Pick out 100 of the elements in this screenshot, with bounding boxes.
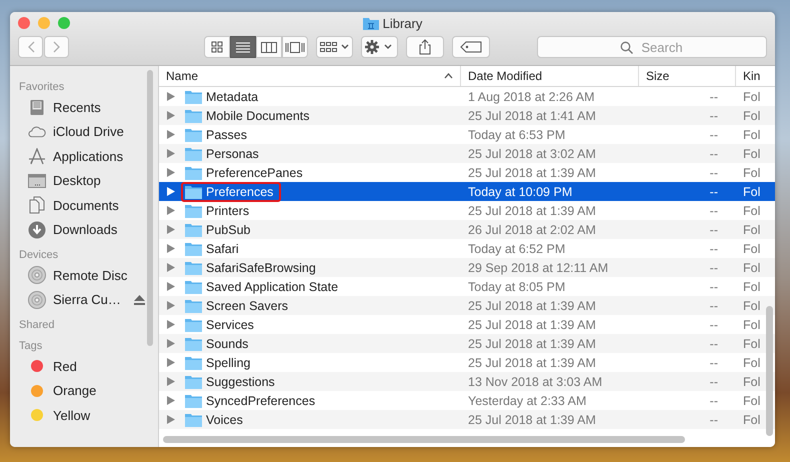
disclosure-triangle-icon[interactable] [167,225,175,234]
kind-cell-text: Fol [742,336,762,350]
folder-icon [362,17,379,30]
sidebar-item[interactable]: Yellow [10,403,155,428]
sidebar-item[interactable]: Sierra Cu… [10,288,155,312]
scrollbar-thumb[interactable] [147,70,153,346]
folder-icon [185,412,202,426]
disc-icon [28,266,46,284]
disclosure-triangle-icon[interactable] [167,358,175,367]
kind-cell-text: Fol [742,128,762,142]
sidebar-item[interactable]: Recents [10,95,155,120]
section-heading: Tags [18,339,44,354]
disclosure-triangle-icon[interactable] [167,244,175,253]
disclosure-triangle-icon[interactable] [167,111,175,120]
size-cell-text: -- [708,128,719,142]
gear-dropdown-icon [364,40,394,54]
sidebar-item[interactable]: iCloud Drive [10,120,155,144]
gallery-view-button[interactable] [282,36,308,58]
table-row[interactable]: Preferences Today at 10:09 PM -- Fol [159,182,775,201]
compass-icon [28,148,46,165]
disclosure-triangle-icon[interactable] [167,396,175,405]
disclosure-triangle-icon[interactable] [167,130,175,139]
kind-cell-text: Fol [742,412,762,426]
back-button[interactable] [18,36,43,58]
size-cell-text: -- [708,280,719,294]
horizontal-scrollbar-thumb[interactable] [163,436,685,443]
arrange-button[interactable] [316,36,353,58]
size-cell-text: -- [708,298,719,312]
size-cell-text: -- [708,222,719,236]
kind-cell-text: Fol [742,222,762,236]
zoom-button[interactable] [58,17,70,29]
grid-icon [211,41,223,53]
folder-icon [185,222,202,236]
date-cell-text: 25 Jul 2018 at 1:39 AM [467,356,597,370]
table-row[interactable]: Suggestions 13 Nov 2018 at 3:03 AM -- Fol [159,372,775,391]
sidebar-item[interactable]: Orange [10,378,155,403]
sidebar-item[interactable]: Red [10,354,155,378]
disclosure-triangle-icon[interactable] [167,339,175,348]
file-name: Screen Savers [206,298,288,312]
date-cell-text: 13 Nov 2018 at 3:03 AM [467,374,604,388]
search-icon [620,41,633,54]
sidebar-item[interactable]: Remote Disc [10,263,155,288]
table-row[interactable]: SafariSafeBrowsing 29 Sep 2018 at 12:11 AM -- Fol [159,258,775,277]
table-row[interactable]: Mobile Documents 25 Jul 2018 at 1:41 AM -- Fol [159,106,775,125]
date-cell-text: 29 Sep 2018 at 12:11 AM [467,260,610,274]
date-cell-text: Today at 10:09 PM [467,184,574,198]
disclosure-triangle-icon[interactable] [167,168,175,177]
date-cell-text: 1 Aug 2018 at 2:26 AM [467,90,596,104]
vertical-scrollbar-thumb[interactable] [766,306,773,436]
disclosure-triangle-icon[interactable] [167,187,175,196]
kind-cell-text: Fol [742,204,762,218]
disclosure-triangle-icon[interactable] [167,282,175,291]
list-icon [236,42,250,52]
size-cell-text: -- [708,260,719,274]
kind-cell-text: Fol [742,280,762,294]
table-row[interactable]: Voices 25 Jul 2018 at 1:39 AM -- Fol [159,410,775,429]
action-button[interactable] [361,36,398,58]
kind-cell-text: Fol [742,166,762,180]
grid-dropdown-icon [320,41,350,53]
file-name: Voices [206,412,243,426]
eject-icon[interactable] [134,294,145,305]
forward-button[interactable] [44,36,69,58]
column-header[interactable]: Name [159,66,461,86]
disclosure-triangle-icon[interactable] [167,92,175,101]
close-button[interactable] [18,17,30,29]
sidebar-item[interactable]: Applications [10,144,155,168]
tag-button[interactable] [452,36,490,58]
size-cell-text: -- [708,108,719,122]
disclosure-triangle-icon[interactable] [167,377,175,386]
columns-icon [261,42,277,52]
table-row[interactable]: PubSub 26 Jul 2018 at 2:02 AM -- Fol [159,220,775,239]
disclosure-triangle-icon[interactable] [167,206,175,215]
share-button[interactable] [406,36,444,58]
table-row[interactable]: Personas 25 Jul 2018 at 3:02 AM -- Fol [159,144,775,163]
table-row[interactable]: Screen Savers 25 Jul 2018 at 1:39 AM -- Fol [159,296,775,315]
list-view-button[interactable] [230,36,256,58]
kind-cell-text: Fol [742,394,762,408]
folder-icon [185,128,202,142]
size-cell-text: -- [708,374,719,388]
disclosure-triangle-icon[interactable] [167,149,175,158]
size-cell-text: -- [708,90,719,104]
file-name: PreferencePanes [206,166,303,180]
sidebar-item[interactable]: Desktop [10,168,155,193]
table-row[interactable]: Sounds 25 Jul 2018 at 1:39 AM -- Fol [159,334,775,353]
disclosure-triangle-icon[interactable] [167,263,175,272]
file-name: Spelling [206,356,250,370]
date-cell-text: 26 Jul 2018 at 2:02 AM [467,222,597,236]
column-header[interactable]: Kin [736,66,766,86]
icons-view-button[interactable] [204,36,230,58]
disclosure-triangle-icon[interactable] [167,415,175,424]
disclosure-triangle-icon[interactable] [167,320,175,329]
documents-icon [28,196,46,214]
sidebar-item[interactable]: Documents [10,193,155,218]
column-header[interactable]: Size [639,66,736,86]
size-cell-text: -- [708,146,719,160]
column-header[interactable]: Date Modified [461,66,639,86]
search-field[interactable]: Search [537,36,767,58]
columns-view-button[interactable] [256,36,282,58]
sidebar-item[interactable]: Downloads [10,218,155,242]
disclosure-triangle-icon[interactable] [167,301,175,310]
